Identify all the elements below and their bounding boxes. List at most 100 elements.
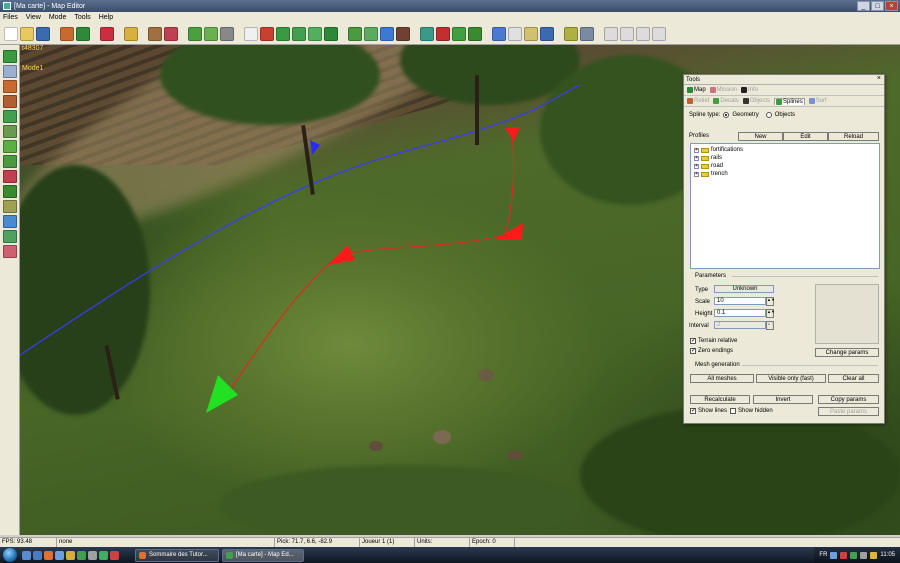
tab-objects[interactable]: Objects (742, 98, 770, 104)
flag-icon[interactable] (100, 26, 114, 41)
globe-icon[interactable] (76, 26, 90, 41)
tray-volume-icon[interactable] (860, 551, 868, 559)
expand-icon[interactable]: + (694, 147, 699, 153)
spline-node-3[interactable] (328, 245, 355, 265)
tools-close-icon[interactable]: × (877, 75, 881, 82)
taskbar-item-browser[interactable]: Sommaire des Tutor... (135, 548, 219, 562)
zero-endings-checkbox[interactable]: ✓ Zero endings (690, 348, 733, 354)
profile-item[interactable]: + rails (694, 154, 876, 162)
menu-view[interactable]: View (26, 14, 41, 21)
tool-a-icon[interactable] (292, 26, 306, 41)
scale-input[interactable]: 10 (714, 297, 766, 305)
quicklaunch-firefox-icon[interactable] (44, 550, 53, 560)
quicklaunch-media-icon[interactable] (110, 550, 119, 560)
palette-grid-icon[interactable] (2, 110, 17, 123)
image-icon[interactable] (564, 26, 578, 41)
text-icon[interactable] (508, 26, 522, 41)
start-button[interactable] (3, 548, 17, 562)
terrain-relative-checkbox[interactable]: ✓ Terrain relative (690, 338, 737, 344)
change-params-button[interactable]: Change params (815, 348, 879, 357)
profile-item[interactable]: + road (694, 162, 876, 170)
water-icon[interactable] (380, 26, 394, 41)
quicklaunch-folder-icon[interactable] (66, 550, 75, 560)
profiles-tree[interactable]: + fortifications + rails + road + trench (690, 143, 880, 269)
palette-house-icon[interactable] (2, 80, 17, 93)
paste-params-button[interactable]: Paste params (818, 407, 879, 416)
gear-icon[interactable] (540, 26, 554, 41)
quicklaunch-explorer-icon[interactable] (33, 550, 42, 560)
spline-start-node[interactable] (206, 375, 238, 413)
palette-rock-icon[interactable] (2, 200, 17, 213)
disabled-tool-a-icon[interactable] (604, 26, 618, 41)
terrain-icon[interactable] (60, 26, 74, 41)
grass-icon[interactable] (204, 26, 218, 41)
road-spline-marker[interactable] (310, 140, 320, 155)
spline-node-2[interactable] (494, 223, 523, 240)
forest-icon[interactable] (452, 26, 466, 41)
disabled-tool-d-icon[interactable] (652, 26, 666, 41)
height-stepper[interactable]: ▲▼ (766, 309, 775, 318)
height-input[interactable]: 0.1 (714, 309, 766, 317)
menu-help[interactable]: Help (99, 14, 113, 21)
expand-icon[interactable]: + (694, 171, 699, 177)
tab-relief[interactable]: Relief (687, 98, 709, 104)
tool-c-icon[interactable] (324, 26, 338, 41)
edit-profile-button[interactable]: Edit (783, 132, 828, 141)
disabled-tool-c-icon[interactable] (636, 26, 650, 41)
settings-icon[interactable] (580, 26, 594, 41)
palette-terrain-icon[interactable] (2, 50, 17, 63)
layers-icon[interactable] (492, 26, 506, 41)
quicklaunch-mail-icon[interactable] (55, 550, 64, 560)
palette-bush-icon[interactable] (2, 230, 17, 243)
geometry-radio[interactable] (723, 112, 730, 118)
close-button[interactable]: × (885, 1, 898, 11)
menu-files[interactable]: Files (3, 14, 18, 21)
fire-icon[interactable] (436, 26, 450, 41)
clock[interactable]: 11:05 (880, 552, 895, 558)
interval-input[interactable]: 2 (714, 321, 766, 329)
palette-tree-icon[interactable] (2, 185, 17, 198)
tray-security-icon[interactable] (840, 551, 848, 559)
tray-app-icon[interactable] (850, 551, 858, 559)
bush-icon[interactable] (468, 26, 482, 41)
checkbox-box[interactable]: ✓ (690, 338, 696, 344)
tools-panel-title-bar[interactable]: Tools × (684, 75, 884, 85)
save-file-icon[interactable] (36, 26, 50, 41)
object-icon[interactable] (396, 26, 410, 41)
tray-network-icon[interactable] (830, 551, 838, 559)
maximize-button[interactable]: □ (871, 1, 884, 11)
interval-stepper[interactable]: ▲▼ (766, 321, 775, 330)
palette-unit-icon[interactable] (2, 245, 17, 258)
minimize-button[interactable]: _ (857, 1, 870, 11)
palette-forest-icon[interactable] (2, 155, 17, 168)
quicklaunch-tool-icon[interactable] (88, 550, 97, 560)
tree-icon[interactable] (348, 26, 362, 41)
palette-grass-icon[interactable] (2, 140, 17, 153)
expand-icon[interactable]: + (694, 163, 699, 169)
palette-water-icon[interactable] (2, 215, 17, 228)
palette-flag-icon[interactable] (2, 170, 17, 183)
unit-icon[interactable] (420, 26, 434, 41)
objects-radio[interactable] (765, 112, 772, 118)
tool-b-icon[interactable] (308, 26, 322, 41)
quicklaunch-game-icon[interactable] (99, 550, 108, 560)
reload-profiles-button[interactable]: Reload (828, 132, 879, 141)
search-icon[interactable] (148, 26, 162, 41)
invert-button[interactable]: Invert (753, 395, 813, 404)
tray-update-icon[interactable] (870, 551, 878, 559)
disabled-tool-b-icon[interactable] (620, 26, 634, 41)
expand-icon[interactable]: + (694, 155, 699, 161)
language-indicator[interactable]: FR (819, 552, 827, 558)
menu-tools[interactable]: Tools (74, 14, 90, 21)
brush-icon[interactable] (276, 26, 290, 41)
spline-path[interactable] (219, 132, 515, 406)
new-profile-button[interactable]: New (738, 132, 783, 141)
taskbar-item-map-editor[interactable]: [Ma carte] - Map Ed... (222, 548, 304, 562)
tab-decals[interactable]: Decals (713, 98, 739, 104)
rotate-icon[interactable] (124, 26, 138, 41)
copy-params-button[interactable]: Copy params (818, 395, 879, 404)
tab-info[interactable]: Info (741, 87, 758, 93)
checker-icon[interactable] (220, 26, 234, 41)
scale-stepper[interactable]: ▲▼ (766, 297, 775, 306)
open-file-icon[interactable] (20, 26, 34, 41)
